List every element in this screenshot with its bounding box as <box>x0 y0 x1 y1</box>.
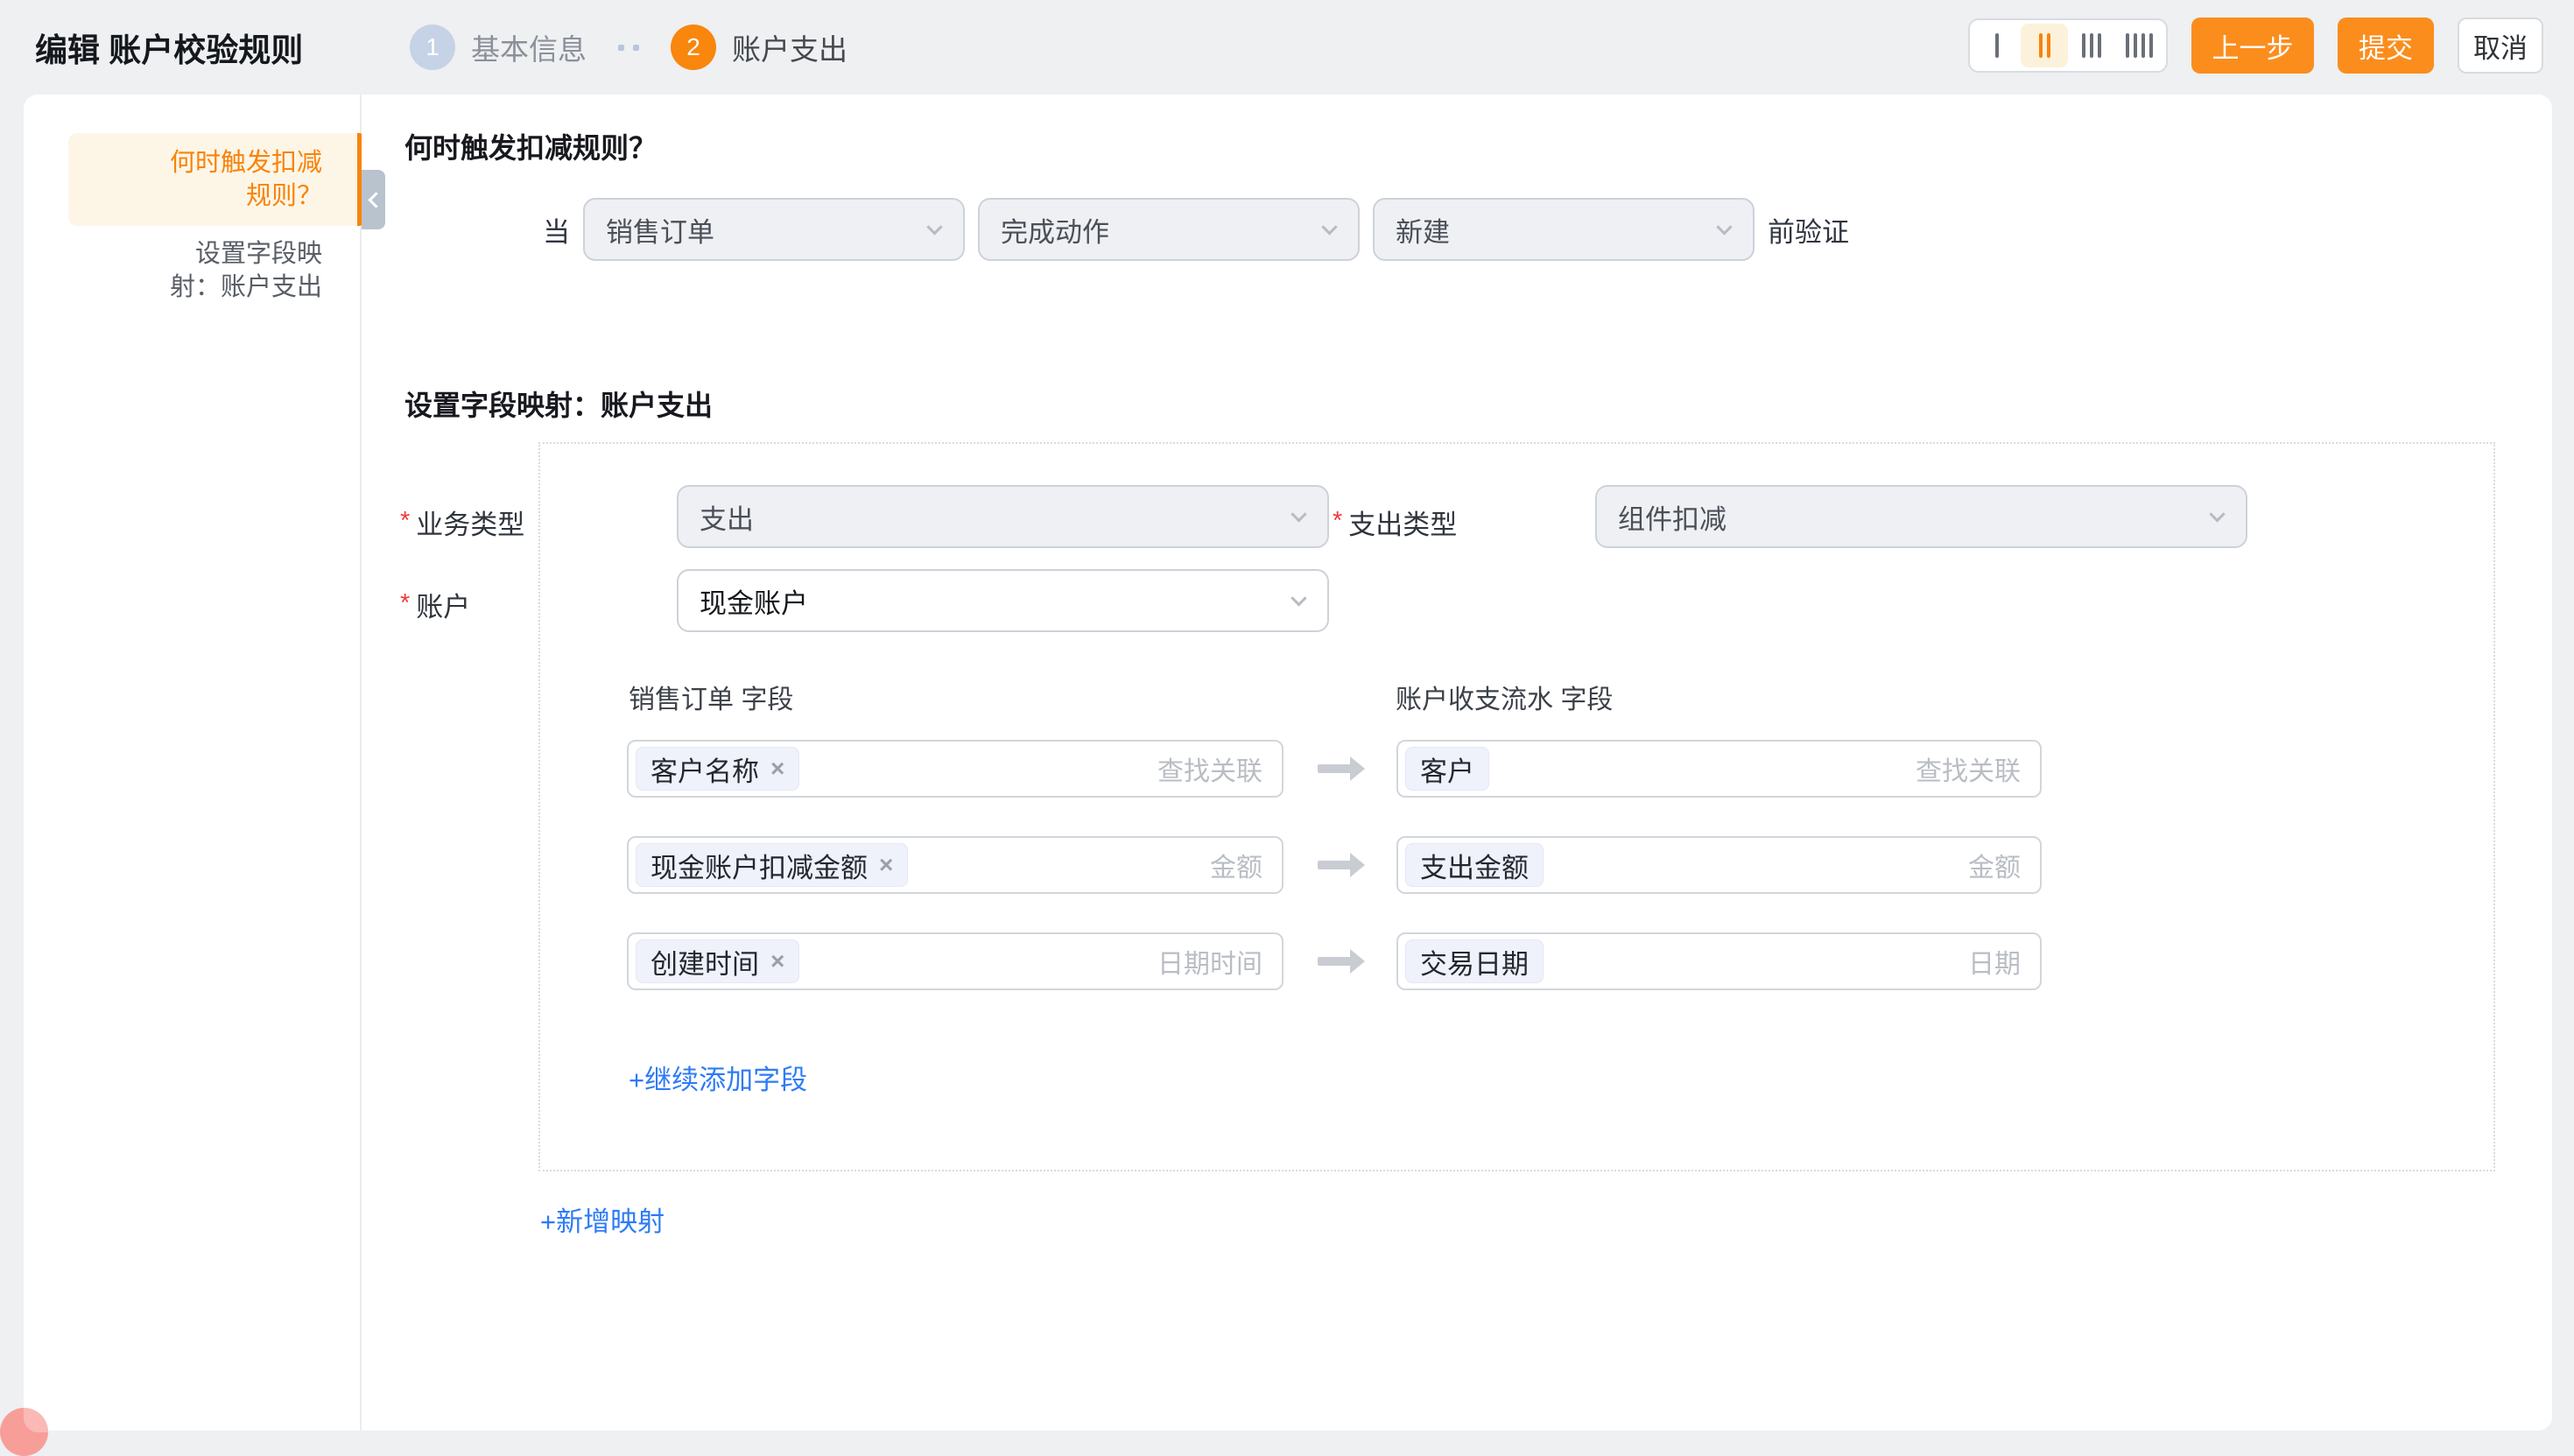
field-type-hint: 查找关联 <box>1916 749 2021 788</box>
trigger-event-select[interactable]: 新建 <box>1373 198 1755 261</box>
business-type-value: 支出 <box>700 497 754 537</box>
anchor-sidebar: 何时触发扣减规则？ 设置字段映射：账户支出 <box>24 95 362 1431</box>
main-card: 何时触发扣减规则？ 设置字段映射：账户支出 何时触发扣减规则？ 当 销售订单 完… <box>24 95 2552 1431</box>
mapping-arrow-icon <box>1318 764 1351 773</box>
chevron-down-icon <box>2209 506 2225 522</box>
trigger-object-value: 销售订单 <box>606 210 714 250</box>
field-tag: 现金账户扣减金额 × <box>636 843 908 887</box>
step-number-badge: 1 <box>410 25 455 70</box>
target-column-header: 账户收支流水 字段 <box>1396 678 1613 716</box>
trigger-action-select[interactable]: 完成动作 <box>978 198 1360 261</box>
field-tag: 交易日期 <box>1405 939 1544 983</box>
sidebar-item-field-mapping[interactable]: 设置字段映射：账户支出 <box>68 237 362 304</box>
field-tag: 客户名称 × <box>636 747 799 791</box>
source-column-header: 销售订单 字段 <box>629 678 793 716</box>
trigger-suffix-label: 前验证 <box>1768 210 1849 250</box>
layout-width-option-4[interactable] <box>2115 24 2163 67</box>
add-mapping-link[interactable]: +新增映射 <box>540 1199 665 1239</box>
source-field-input[interactable]: 创建时间 × 日期时间 <box>627 932 1283 990</box>
floating-helper-button[interactable] <box>0 1408 48 1456</box>
source-field-input[interactable]: 现金账户扣减金额 × 金额 <box>627 836 1283 894</box>
required-marker: * <box>400 589 410 629</box>
prev-step-button[interactable]: 上一步 <box>2191 18 2314 74</box>
remove-tag-icon[interactable]: × <box>770 756 784 781</box>
trigger-condition-row: 当 销售订单 完成动作 新建 前验证 <box>543 198 1849 261</box>
chevron-down-icon <box>1291 590 1306 606</box>
step-label: 基本信息 <box>471 26 587 68</box>
target-field-input[interactable]: 支出金额 金额 <box>1396 836 2042 894</box>
field-tag-label: 客户 <box>1420 749 1474 789</box>
step-indicator: 1 基本信息 2 账户支出 <box>410 0 847 95</box>
chevron-down-icon <box>1716 219 1732 235</box>
step-label: 账户支出 <box>732 26 847 68</box>
field-type-hint: 日期 <box>1968 942 2021 981</box>
expense-type-label-text: 支出类型 <box>1348 503 1457 542</box>
layout-width-option-3[interactable] <box>2068 24 2115 67</box>
field-type-hint: 查找关联 <box>1157 749 1262 788</box>
chevron-left-icon <box>368 192 383 207</box>
business-type-select[interactable]: 支出 <box>677 485 1329 548</box>
field-type-hint: 金额 <box>1968 846 2021 884</box>
account-select[interactable]: 现金账户 <box>677 569 1329 632</box>
mapping-arrow-icon <box>1318 861 1351 869</box>
step-account-expense[interactable]: 2 账户支出 <box>671 25 847 70</box>
remove-tag-icon[interactable]: × <box>770 949 784 974</box>
page-title: 编辑 账户校验规则 <box>35 24 303 71</box>
field-tag-label: 客户名称 <box>651 749 759 789</box>
chevron-down-icon <box>1321 219 1337 235</box>
add-field-link[interactable]: +继续添加字段 <box>629 1058 807 1097</box>
trigger-section-heading: 何时触发扣减规则？ <box>404 126 657 166</box>
target-field-input[interactable]: 客户 查找关联 <box>1396 740 2042 798</box>
field-tag-label: 支出金额 <box>1420 846 1529 885</box>
sidebar-collapse-button[interactable] <box>362 170 385 229</box>
mapping-container <box>538 442 2495 1171</box>
trigger-event-value: 新建 <box>1396 210 1450 250</box>
field-tag-label: 创建时间 <box>651 942 759 981</box>
page-header: 编辑 账户校验规则 1 基本信息 2 账户支出 上一步 提交 取消 <box>0 0 2574 95</box>
business-type-label: * 业务类型 <box>400 503 524 542</box>
sidebar-item-trigger-rule[interactable]: 何时触发扣减规则？ <box>68 133 362 226</box>
field-tag: 创建时间 × <box>636 939 799 983</box>
expense-type-label: * 支出类型 <box>1333 503 1457 542</box>
layout-width-option-1[interactable] <box>1973 24 2021 67</box>
layout-width-switcher <box>1968 18 2168 73</box>
field-tag-label: 现金账户扣减金额 <box>651 846 868 885</box>
account-label-text: 账户 <box>416 585 470 624</box>
chevron-down-icon <box>1291 506 1306 522</box>
step-basic-info[interactable]: 1 基本信息 <box>410 25 587 70</box>
field-type-hint: 日期时间 <box>1157 942 1262 981</box>
step-separator-dots <box>618 45 639 51</box>
field-tag-label: 交易日期 <box>1420 942 1529 981</box>
target-field-input[interactable]: 交易日期 日期 <box>1396 932 2042 990</box>
field-tag: 客户 <box>1405 747 1489 791</box>
account-value: 现金账户 <box>700 581 808 621</box>
business-type-label-text: 业务类型 <box>416 503 524 542</box>
layout-width-option-2[interactable] <box>2021 24 2068 67</box>
field-type-hint: 金额 <box>1210 846 1262 884</box>
field-tag: 支出金额 <box>1405 843 1544 887</box>
account-label: * 账户 <box>400 585 470 624</box>
remove-tag-icon[interactable]: × <box>879 853 893 877</box>
chevron-down-icon <box>926 219 942 235</box>
step-number-badge: 2 <box>671 25 716 70</box>
trigger-object-select[interactable]: 销售订单 <box>583 198 965 261</box>
header-actions: 上一步 提交 取消 <box>1968 18 2543 74</box>
trigger-prefix-label: 当 <box>543 210 570 250</box>
required-marker: * <box>1333 507 1342 546</box>
expense-type-select[interactable]: 组件扣减 <box>1595 485 2247 548</box>
cancel-button[interactable]: 取消 <box>2458 18 2543 74</box>
required-marker: * <box>400 507 410 546</box>
trigger-action-value: 完成动作 <box>1001 210 1109 250</box>
mapping-section-heading: 设置字段映射：账户支出 <box>404 383 713 424</box>
submit-button[interactable]: 提交 <box>2338 18 2434 74</box>
source-field-input[interactable]: 客户名称 × 查找关联 <box>627 740 1283 798</box>
mapping-arrow-icon <box>1318 957 1351 966</box>
expense-type-value: 组件扣减 <box>1618 497 1727 537</box>
